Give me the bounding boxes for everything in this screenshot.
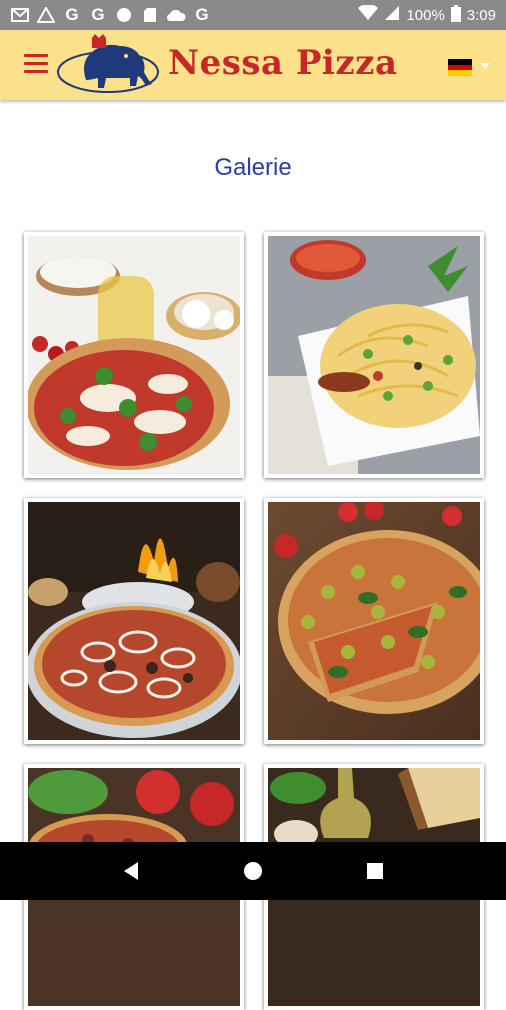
gallery-image-margherita-pizza[interactable] bbox=[24, 232, 244, 478]
back-icon[interactable] bbox=[119, 859, 143, 883]
gallery-image-olive-pizza[interactable] bbox=[264, 498, 484, 744]
google-icon: G bbox=[65, 5, 79, 24]
brand-name: Nessa Pizza bbox=[168, 43, 398, 83]
cloud-icon bbox=[166, 6, 186, 24]
clock: 3:09 bbox=[466, 6, 496, 24]
language-dropdown-icon[interactable] bbox=[480, 63, 490, 69]
google-icon: G bbox=[195, 5, 209, 24]
drive-icon bbox=[36, 6, 56, 24]
google-icon: G bbox=[91, 5, 105, 24]
circle-icon bbox=[114, 6, 134, 24]
wifi-icon bbox=[358, 4, 379, 25]
elephant-logo[interactable] bbox=[56, 32, 160, 96]
signal-icon bbox=[384, 5, 400, 25]
sd-card-icon bbox=[140, 6, 160, 24]
hamburger-menu-icon[interactable] bbox=[24, 54, 48, 76]
recents-icon[interactable] bbox=[363, 859, 387, 883]
notification-icons: G G G bbox=[10, 5, 212, 24]
app-bar: Nessa Pizza bbox=[0, 30, 506, 100]
battery-percentage: 100% bbox=[406, 6, 445, 24]
navigation-bar bbox=[0, 842, 506, 900]
status-bar: G G G 100% 3:09 bbox=[0, 0, 506, 30]
gmail-icon bbox=[10, 6, 30, 24]
page-title: Galerie bbox=[214, 154, 292, 181]
germany-flag-icon[interactable] bbox=[448, 59, 472, 77]
gallery-image-onion-pizza[interactable] bbox=[24, 498, 244, 744]
gallery-image-pasta[interactable] bbox=[264, 232, 484, 478]
home-icon[interactable] bbox=[241, 859, 265, 883]
battery-icon bbox=[450, 4, 461, 26]
